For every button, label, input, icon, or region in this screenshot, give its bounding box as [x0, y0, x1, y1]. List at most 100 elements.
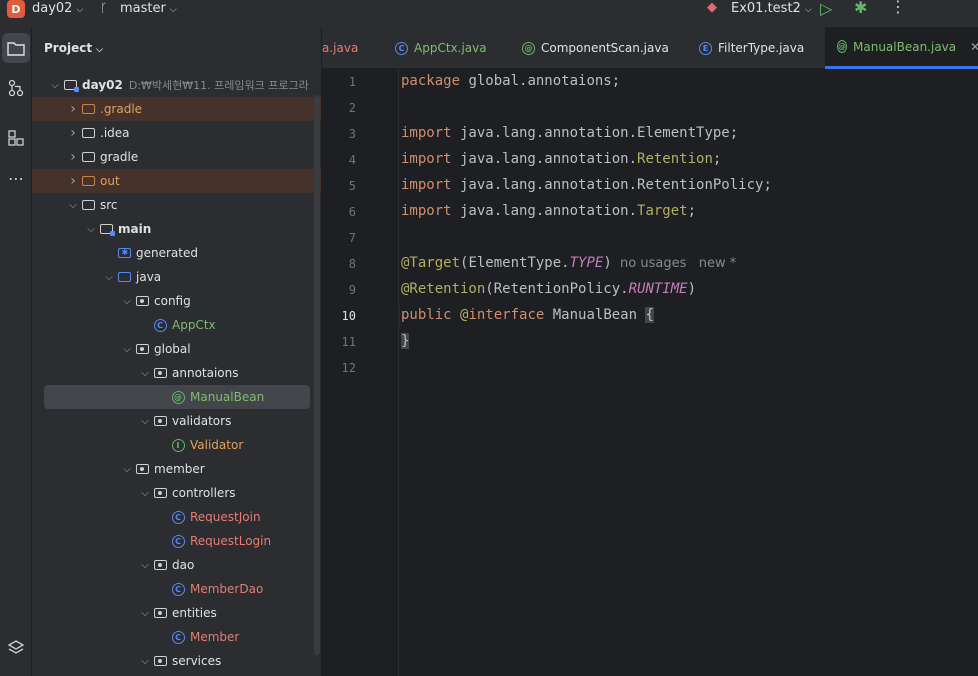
more-actions-button[interactable]: ⋮	[890, 0, 906, 16]
package-icon	[134, 294, 150, 308]
tree-item-java[interactable]: ⌵ java	[32, 265, 321, 289]
chevron-down-icon: ⌵	[169, 5, 177, 15]
class-icon: C	[395, 41, 408, 55]
tool-window-strip: ⋯	[0, 27, 32, 676]
chevron-down-icon[interactable]: ⌵	[138, 416, 152, 427]
chevron-down-icon[interactable]: ⌵	[138, 608, 152, 619]
project-badge[interactable]: D	[7, 0, 25, 18]
chevron-right-icon[interactable]: ›	[66, 125, 80, 141]
chevron-down-icon[interactable]: ⌵	[138, 656, 152, 667]
tree-item-manualbean[interactable]: @ ManualBean	[44, 385, 310, 409]
title-bar: D day02 ⌵ ᚴ master ⌵ ◆ Ex01.test2 ⌵ ▷ ✱ ⋮	[0, 0, 978, 27]
chevron-right-icon[interactable]: ›	[66, 173, 80, 189]
line-number: 6	[348, 205, 356, 219]
chevron-down-icon[interactable]: ⌵	[48, 80, 62, 91]
tree-item-main[interactable]: ⌵ main	[32, 217, 321, 241]
project-view-selector[interactable]: Project ⌵	[44, 41, 103, 55]
run-config-selector[interactable]: Ex01.test2 ⌵	[731, 1, 812, 16]
tree-item-requestjoin[interactable]: C RequestJoin	[32, 505, 321, 529]
project-name: day02	[32, 1, 73, 16]
chevron-down-icon[interactable]: ⌵	[120, 464, 134, 475]
tab-label: FilterType.java	[718, 41, 805, 55]
usage-hint[interactable]: no usages new *	[612, 256, 736, 271]
chevron-down-icon[interactable]: ⌵	[102, 272, 116, 283]
tree-item-services[interactable]: ⌵ services	[32, 649, 321, 673]
tree-item-label: AppCtx	[172, 318, 216, 332]
tree-item-out[interactable]: › out	[32, 169, 321, 193]
code-line-10: public @interface ManualBean {	[401, 307, 654, 323]
project-switcher[interactable]: day02 ⌵	[32, 1, 83, 16]
project-scrollbar[interactable]	[314, 95, 320, 655]
tab-componentscan-java[interactable]: @ ComponentScan.java	[522, 27, 692, 69]
tree-item-generated[interactable]: ✱ generated	[32, 241, 321, 265]
debug-button[interactable]: ✱	[854, 0, 867, 17]
close-icon[interactable]: ✕	[970, 40, 978, 54]
chevron-right-icon[interactable]: ›	[66, 101, 80, 117]
tree-item-label: .gradle	[100, 102, 143, 116]
tree-item-gradle[interactable]: › .gradle	[32, 97, 321, 121]
tree-item-requestlogin[interactable]: C RequestLogin	[32, 529, 321, 553]
bug-icon: ✱	[854, 0, 868, 17]
tree-item-annotaions[interactable]: ⌵ annotaions	[32, 361, 321, 385]
package-icon	[152, 486, 168, 500]
tree-item-label: main	[118, 222, 152, 236]
tree-item-src[interactable]: ⌵ src	[32, 193, 321, 217]
package-icon	[134, 462, 150, 476]
tree-item-config[interactable]: ⌵ config	[32, 289, 321, 313]
structure-icon	[8, 130, 24, 146]
tab-label: ComponentScan.java	[541, 41, 669, 55]
tree-item-appctx[interactable]: C AppCtx	[32, 313, 321, 337]
tree-item-label: RequestLogin	[190, 534, 272, 548]
chevron-right-icon[interactable]: ›	[66, 149, 80, 165]
tree-item-controllers[interactable]: ⌵ controllers	[32, 481, 321, 505]
line-number: 11	[341, 335, 356, 349]
tree-item-validators[interactable]: ⌵ validators	[32, 409, 321, 433]
tab-filtertype-java[interactable]: E FilterType.java	[699, 27, 829, 69]
branch-switcher[interactable]: master ⌵	[120, 1, 177, 16]
package-icon	[152, 414, 168, 428]
tab-a-java[interactable]: a.java	[322, 27, 382, 69]
tree-item-gradle[interactable]: › gradle	[32, 145, 321, 169]
structure-tool-button[interactable]	[0, 123, 32, 153]
tree-item-label: validators	[172, 414, 232, 428]
chevron-down-icon[interactable]: ⌵	[66, 200, 80, 211]
tree-item-label: generated	[136, 246, 198, 260]
code-line-1: package global.annotaions;	[401, 73, 621, 89]
git-commit-icon	[8, 79, 24, 97]
tree-item-idea[interactable]: › .idea	[32, 121, 321, 145]
folder-icon	[80, 150, 96, 164]
more-vertical-icon: ⋮	[890, 0, 906, 16]
code-line-11: }	[401, 333, 410, 349]
enum-icon: E	[699, 41, 712, 55]
code-line-3: import java.lang.annotation.ElementType;	[401, 125, 739, 141]
tree-item-dao[interactable]: ⌵ dao	[32, 553, 321, 577]
tree-item-member[interactable]: ⌵ member	[32, 457, 321, 481]
tree-item-label: Member	[190, 630, 240, 644]
chevron-down-icon[interactable]: ⌵	[138, 560, 152, 571]
line-number: 2	[348, 101, 356, 115]
tree-item-day02[interactable]: ⌵ day02 D:₩박세현₩11. 프레임워크 프로그라	[32, 73, 321, 97]
more-horizontal-icon: ⋯	[8, 168, 24, 188]
chevron-down-icon[interactable]: ⌵	[138, 368, 152, 379]
commit-tool-button[interactable]	[0, 73, 32, 103]
source-root-icon	[98, 222, 115, 236]
tab-manualbean-java[interactable]: @ ManualBean.java ✕	[825, 27, 978, 69]
chevron-down-icon[interactable]: ⌵	[84, 224, 98, 235]
tree-item-global[interactable]: ⌵ global	[32, 337, 321, 361]
run-button[interactable]: ▷	[820, 0, 832, 18]
tree-item-member[interactable]: C Member	[32, 625, 321, 649]
chevron-down-icon[interactable]: ⌵	[120, 296, 134, 307]
more-tools-button[interactable]: ⋯	[0, 163, 32, 193]
class-icon: C	[152, 318, 168, 332]
tree-item-entities[interactable]: ⌵ entities	[32, 601, 321, 625]
tree-item-validator[interactable]: I Validator	[32, 433, 321, 457]
tree-item-label: ManualBean	[190, 390, 265, 404]
tree-item-memberdao[interactable]: C MemberDao	[32, 577, 321, 601]
tab-appctx-java[interactable]: C AppCtx.java	[395, 27, 515, 69]
chevron-down-icon[interactable]: ⌵	[120, 344, 134, 355]
run-config-name: Ex01.test2	[731, 1, 801, 16]
layers-tool-button[interactable]	[0, 633, 32, 663]
tree-item-label: member	[154, 462, 205, 476]
project-tool-button[interactable]	[2, 33, 30, 63]
chevron-down-icon[interactable]: ⌵	[138, 488, 152, 499]
